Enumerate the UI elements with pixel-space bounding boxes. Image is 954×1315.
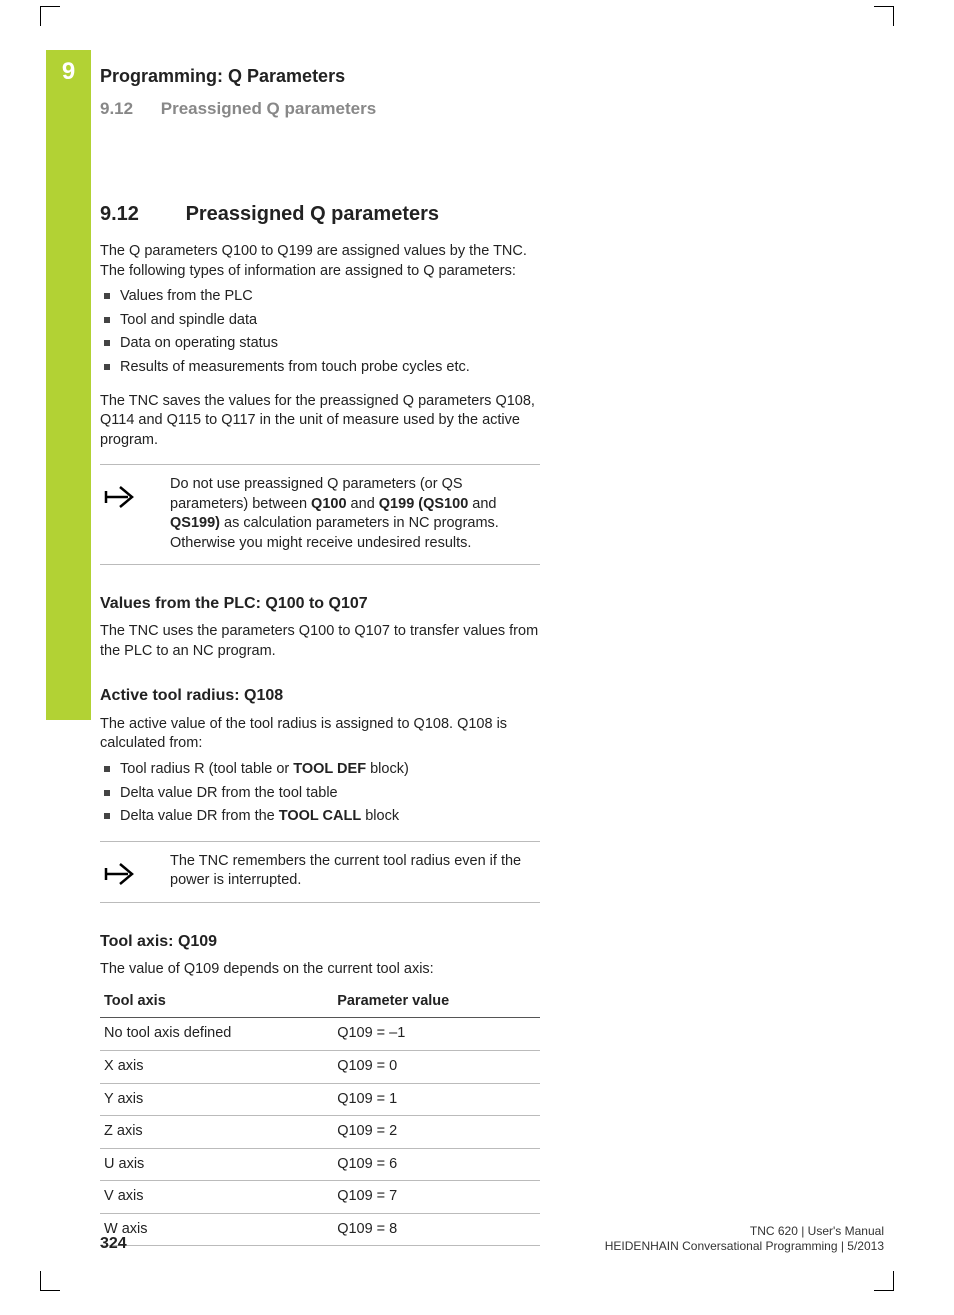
running-sub-number: 9.12 [100, 98, 156, 121]
intro-paragraph: The Q parameters Q100 to Q199 are assign… [100, 242, 540, 281]
page-number: 324 [100, 1233, 127, 1255]
subsection-heading: Values from the PLC: Q100 to Q107 [100, 593, 540, 615]
list-item: Tool and spindle data [100, 311, 540, 331]
text-bold: TOOL CALL [279, 808, 361, 824]
section-heading: 9.12 Preassigned Q parameters [100, 201, 880, 228]
note-text: Do not use preassigned Q parameters (or … [170, 475, 540, 553]
table-row: X axisQ109 = 0 [100, 1050, 540, 1083]
side-tab [46, 50, 91, 720]
intro-list: Values from the PLC Tool and spindle dat… [100, 287, 540, 377]
body-text: The TNC uses the parameters Q100 to Q107… [100, 622, 540, 661]
list-item: Tool radius R (tool table or TOOL DEF bl… [100, 760, 540, 780]
parameter-table: Tool axis Parameter value No tool axis d… [100, 986, 540, 1247]
text: Delta value DR from the [120, 808, 279, 824]
text-bold: QS199) [170, 515, 220, 531]
cell: Y axis [100, 1083, 333, 1116]
page-footer: 324 TNC 620 | User's Manual HEIDENHAIN C… [100, 1224, 884, 1255]
cell: Q109 = –1 [333, 1018, 540, 1051]
body-text: The value of Q109 depends on the current… [100, 960, 540, 980]
footer-text: TNC 620 | User's Manual HEIDENHAIN Conve… [605, 1224, 884, 1255]
q108-list: Tool radius R (tool table or TOOL DEF bl… [100, 760, 540, 827]
cell: Q109 = 2 [333, 1116, 540, 1149]
text: block) [366, 761, 409, 777]
text: as calculation parameters in NC programs… [170, 515, 499, 551]
footer-line: TNC 620 | User's Manual [605, 1224, 884, 1240]
list-item: Results of measurements from touch probe… [100, 358, 540, 378]
intro-paragraph-2: The TNC saves the values for the preassi… [100, 392, 540, 451]
cell: U axis [100, 1148, 333, 1181]
crop-mark [40, 6, 60, 26]
body-text: The active value of the tool radius is a… [100, 715, 540, 754]
cell: Q109 = 7 [333, 1181, 540, 1214]
table-header: Parameter value [333, 986, 540, 1018]
list-item: Delta value DR from the tool table [100, 784, 540, 804]
cell: Q109 = 1 [333, 1083, 540, 1116]
arrow-right-icon [100, 475, 152, 553]
text: and [347, 496, 379, 512]
note-text: The TNC remembers the current tool radiu… [170, 852, 540, 892]
running-subhead: 9.12 Preassigned Q parameters [100, 98, 880, 121]
running-head: Programming: Q Parameters [100, 64, 880, 88]
list-item: Delta value DR from the TOOL CALL block [100, 807, 540, 827]
text: Tool radius R (tool table or [120, 761, 293, 777]
table-row: Y axisQ109 = 1 [100, 1083, 540, 1116]
table-row: V axisQ109 = 7 [100, 1181, 540, 1214]
table-header: Tool axis [100, 986, 333, 1018]
cell: V axis [100, 1181, 333, 1214]
table-row: Z axisQ109 = 2 [100, 1116, 540, 1149]
crop-mark [874, 6, 894, 26]
text-bold: Q199 (QS100 [379, 496, 468, 512]
running-sub-title: Preassigned Q parameters [161, 99, 376, 118]
cell: Z axis [100, 1116, 333, 1149]
subsection-heading: Tool axis: Q109 [100, 931, 540, 953]
arrow-right-icon [100, 852, 152, 892]
cell: X axis [100, 1050, 333, 1083]
crop-mark [40, 1271, 60, 1291]
subsection-heading: Active tool radius: Q108 [100, 685, 540, 707]
table-row: U axisQ109 = 6 [100, 1148, 540, 1181]
list-item: Values from the PLC [100, 287, 540, 307]
note-box: Do not use preassigned Q parameters (or … [100, 464, 540, 564]
cell: No tool axis defined [100, 1018, 333, 1051]
text: block [361, 808, 399, 824]
cell: Q109 = 0 [333, 1050, 540, 1083]
chapter-number-badge: 9 [46, 50, 91, 95]
section-title: Preassigned Q parameters [186, 203, 439, 225]
footer-line: HEIDENHAIN Conversational Programming | … [605, 1239, 884, 1255]
crop-mark [874, 1271, 894, 1291]
list-item: Data on operating status [100, 334, 540, 354]
text-bold: TOOL DEF [293, 761, 366, 777]
cell: Q109 = 6 [333, 1148, 540, 1181]
note-box: The TNC remembers the current tool radiu… [100, 841, 540, 903]
text-bold: Q100 [311, 496, 346, 512]
text: and [468, 496, 496, 512]
table-row: No tool axis definedQ109 = –1 [100, 1018, 540, 1051]
page-content: Programming: Q Parameters 9.12 Preassign… [100, 64, 880, 1246]
section-number: 9.12 [100, 201, 180, 228]
